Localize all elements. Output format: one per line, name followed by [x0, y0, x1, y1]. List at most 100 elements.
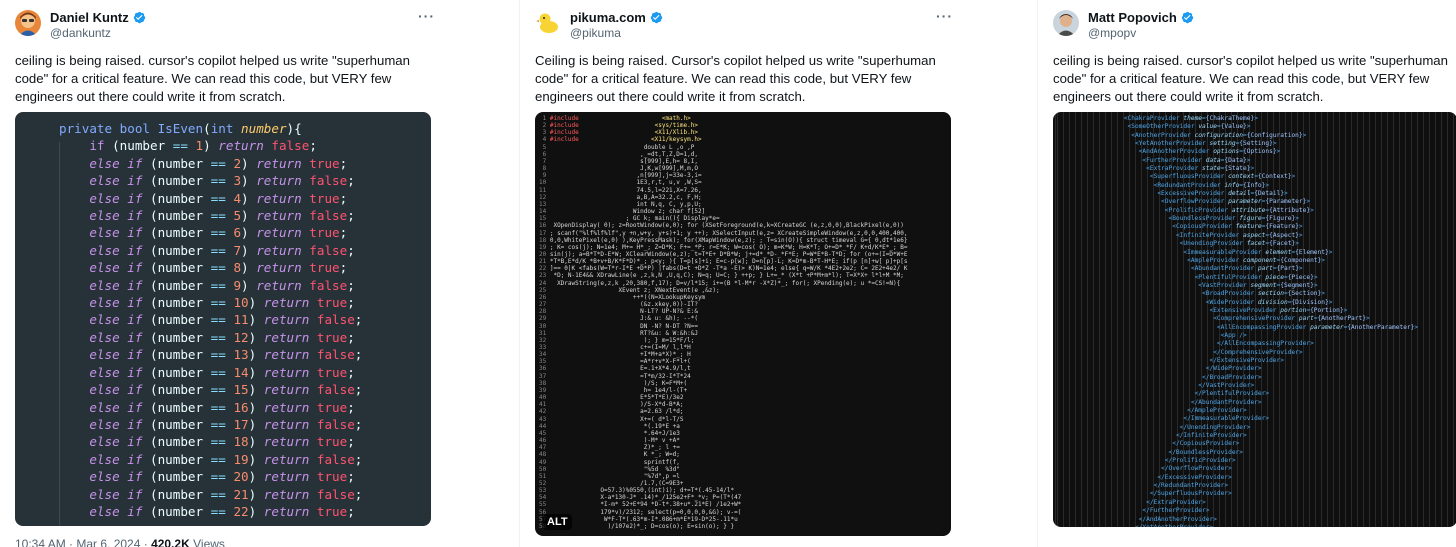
code-line: 57 W*F-T*(.63*m-I*.086+m*E*19-D*25-.11*u — [539, 515, 738, 523]
handle[interactable]: @pikuma — [570, 26, 621, 40]
code-line: 5 double L ,o ,P — [539, 143, 695, 151]
code-line: 20 sin(j); a=B*T*D-E*W; XClearWindow(e,z… — [539, 250, 908, 258]
code-line: if (number == 1) return false; — [89, 138, 317, 154]
code-line: 42 a=2.63 /l*d; — [539, 408, 684, 416]
code-line: 30 DN -N? N-DT ?N== — [539, 322, 698, 330]
code-line: 40 E*5*T*E)/3e2 — [539, 394, 684, 402]
code-line: else if (number == 18) return true; — [89, 434, 355, 450]
verified-badge-icon — [133, 11, 145, 24]
verified-badge-icon — [1181, 11, 1194, 24]
code-line: </FurtherProvider> — [1142, 507, 1210, 515]
code-line: <SuperfluousProvider context={Context}> — [1149, 173, 1296, 181]
code-block: private bool IsEven(int number){ if (num… — [59, 120, 362, 520]
code-line: 18 0,0,WhitePixel(e,0) ),KeyPressMask); … — [539, 236, 908, 244]
code-line: 47 Z)*_; l += — [539, 444, 680, 452]
code-line: else if (number == 6) return true; — [89, 225, 348, 241]
tweet-card-pikuma[interactable]: pikuma.com @pikuma ··· Ceiling is being … — [519, 0, 1036, 547]
verified-badge-icon — [650, 11, 663, 24]
code-line: <WideProvider division={Division}> — [1205, 298, 1333, 306]
code-line: <PlentifulProvider piece={Piece}> — [1194, 273, 1318, 281]
code-line: <FurtherProvider data={Data}> — [1142, 156, 1251, 164]
code-screenshot-provider-pyramid[interactable]: <ChakraProvider theme={ChakraTheme}> <So… — [1053, 112, 1456, 527]
display-name[interactable]: pikuma.com — [570, 10, 646, 25]
handle[interactable]: @mpopv — [1088, 26, 1136, 40]
code-line: 1 #include <math.h> — [539, 115, 691, 122]
more-options-icon[interactable]: ··· — [936, 8, 953, 24]
code-line: else if (number == 12) return true; — [89, 329, 355, 345]
tweet-text-line: code" for a critical feature. We can rea… — [535, 71, 912, 86]
code-line: else if (number == 10) return true; — [89, 295, 355, 311]
tweet-text: ceiling is being raised. cursor's copilo… — [15, 52, 410, 106]
code-line: 21 *T*B,E*d/K *B+v+B/K*F*D)*_; p<y; ){ T… — [539, 258, 908, 266]
code-line: 22 ]== 0|K <fabs(W=T*r-I*E +D*P) |fabs(D… — [539, 265, 908, 273]
code-line: </WideProvider> — [1205, 365, 1262, 373]
code-line: 14 Window z; char f[52] — [539, 208, 706, 216]
code-line: <SomeOtherProvider value={Value}> — [1127, 123, 1251, 131]
code-line: 38 )/S; K=F*M+( — [539, 379, 688, 387]
code-line: <AnotherProvider configuration={Configur… — [1131, 131, 1307, 139]
code-line: <AllEncompassingProvider parameter={Anot… — [1216, 323, 1419, 331]
code-line: 10 1E3,r,t, u,v ,W,S= — [539, 179, 702, 187]
avatar[interactable] — [15, 10, 41, 36]
code-line: else if (number == 16) return true; — [89, 399, 355, 415]
handle[interactable]: @dankuntz — [50, 26, 111, 40]
tweet-card-dankuntz[interactable]: Daniel Kuntz @dankuntz ··· ceiling is be… — [0, 0, 518, 547]
code-line: </SuperfluousProvider> — [1149, 490, 1232, 498]
code-line: else if (number == 19) return false; — [89, 451, 363, 467]
code-line: </ExtraProvider> — [1146, 498, 1206, 506]
code-line: 41 )/S-X*d-B*A; — [539, 401, 684, 409]
display-name[interactable]: Daniel Kuntz — [50, 10, 129, 25]
code-line: 32 ); } m=15*F/l; — [539, 336, 695, 344]
code-line: </AndAnotherProvider> — [1138, 515, 1217, 523]
code-line: </AbundantProvider> — [1190, 398, 1262, 406]
code-line: 37 =T*m/32-I*T*24 — [539, 372, 691, 380]
code-line: 13 int N,q, C, y,p,U; — [539, 200, 702, 208]
code-line: <UnendingProvider facet={Facet}> — [1179, 240, 1299, 248]
code-line: <App /> — [1220, 331, 1247, 339]
code-line: <AbundantProvider part={Part}> — [1190, 265, 1303, 273]
alt-text-button[interactable]: ALT — [543, 514, 572, 530]
code-line: </RedundantProvider> — [1153, 482, 1229, 490]
code-line: </CopiousProvider> — [1172, 440, 1240, 448]
tweet-card-mpopv[interactable]: Matt Popovich @mpopv ceiling is being ra… — [1037, 0, 1456, 547]
code-line: else if (number == 13) return false; — [89, 347, 363, 363]
more-options-icon[interactable]: ··· — [418, 8, 435, 24]
code-line: 56 179*v)/2312; select(p=0,0,0,0,&G); v-… — [539, 508, 742, 516]
tweet-footer: 10:34 AM · Mar 6, 2024 · 420.2K Views — [15, 537, 225, 547]
code-line: 3 #include <X11/Xlib.h> — [539, 129, 698, 137]
avatar[interactable] — [535, 10, 561, 36]
code-screenshot-flight-sim[interactable]: 1 #include <math.h> 2 #include <sys/time… — [535, 112, 951, 536]
code-line: 43 X+=( d*l-T/S — [539, 415, 684, 423]
tweet-text-line: engineers out there could write it from … — [15, 89, 286, 104]
code-line: <AndAnotherProvider options={Options}> — [1138, 148, 1281, 156]
code-line: <OverflowProvider parameter={Parameter}> — [1161, 198, 1311, 206]
code-line: 28 N-LT? UP-N?& E:& — [539, 308, 698, 316]
code-line: 58 )/107e2)*_; D=cos(o); E=sin(o); } } — [539, 522, 735, 530]
code-line: 53 O=57.3)%0550,(int)i); d+=T*(.45-14/l* — [539, 487, 735, 495]
code-line: 29 J:& u: &h); --*( — [539, 315, 698, 323]
code-line: </UnendingProvider> — [1179, 423, 1251, 431]
code-line: </BoundlessProvider> — [1168, 448, 1243, 456]
code-line: 23 *D; N-1E4&& XDrawLine(e ,z,k,N ,U,q,C… — [539, 272, 904, 280]
code-screenshot-is-even[interactable]: private bool IsEven(int number){ if (num… — [15, 112, 431, 526]
code-line: else if (number == 14) return true; — [89, 364, 355, 380]
code-line: 19 ; K= cos(j); N=1e4; M+= H*_; Z=D*K; F… — [539, 243, 908, 251]
code-line: 36 E=.1+X*4.9/l,t — [539, 365, 691, 373]
tweet-text-line: ceiling is being raised. cursor's copilo… — [1053, 53, 1448, 68]
code-line: </BroadProvider> — [1202, 373, 1262, 381]
tweet-text-line: code" for a critical feature. We can rea… — [1053, 71, 1430, 86]
code-line: </ExtensiveProvider> — [1209, 356, 1284, 364]
display-name[interactable]: Matt Popovich — [1088, 10, 1177, 25]
avatar[interactable] — [1053, 10, 1079, 36]
timestamp[interactable]: 10:34 AM · Mar 6, 2024 · — [15, 537, 151, 547]
code-line: 9 ,n[999],j=33e-3,i= — [539, 172, 702, 180]
code-line: 7 s[999],E,h= 8,I, — [539, 157, 698, 165]
code-line: 54 X-a*130-J* .14)*_/125e2+F*_*v; P=(T*(… — [539, 494, 742, 502]
code-line: <AmpleProvider component={Component}> — [1187, 256, 1325, 264]
code-line: <ImmeasurableProvider element={Element}> — [1183, 248, 1333, 256]
code-line: else if (number == 8) return true; — [89, 260, 348, 276]
code-line: <RedundantProvider info={Info}> — [1153, 181, 1270, 189]
code-line: <ComprehensiveProvider part={AnotherPart… — [1213, 315, 1370, 323]
code-line: </VastProvider> — [1198, 382, 1255, 389]
code-line: 46 )-M* v +A* — [539, 437, 680, 445]
